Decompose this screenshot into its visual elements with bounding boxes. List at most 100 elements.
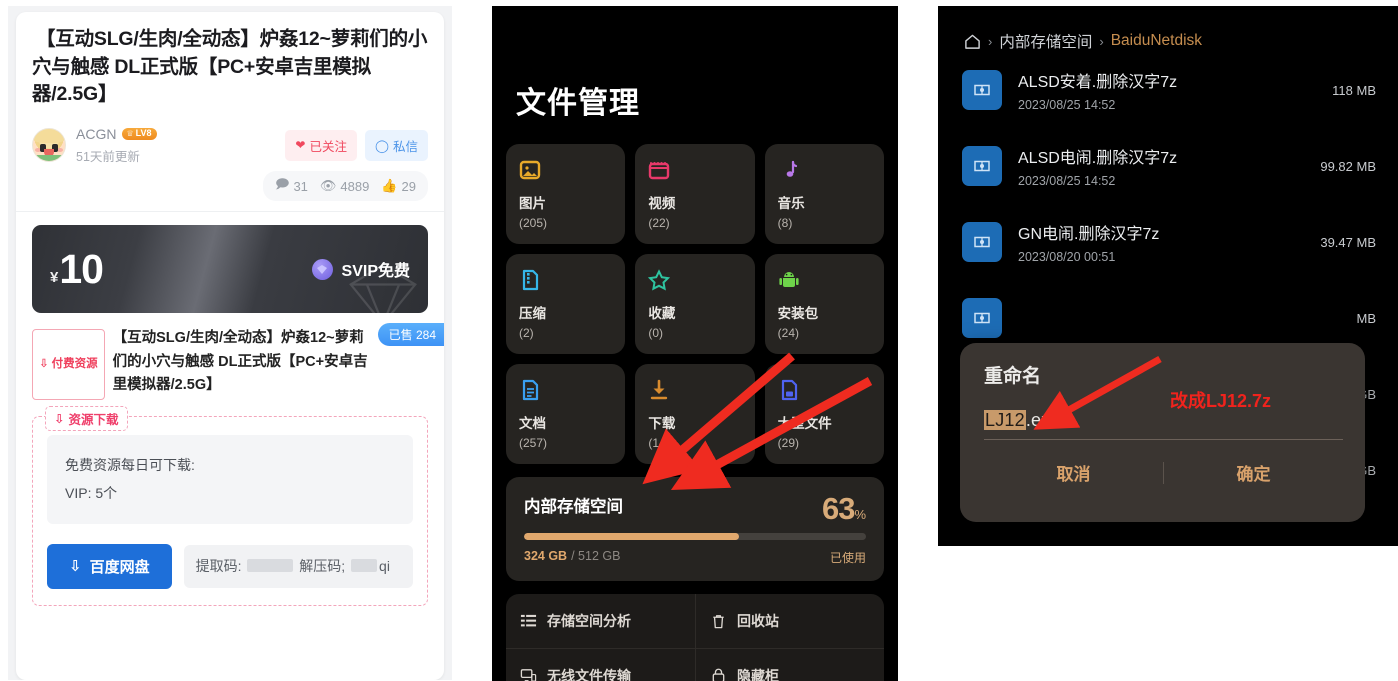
- price-amount: 10: [59, 245, 104, 292]
- tile-archive-label: 压缩: [519, 306, 546, 321]
- price-card[interactable]: ¥ 10 SVIP免费: [32, 225, 428, 314]
- tile-downloads[interactable]: 下载 (14+): [635, 364, 755, 464]
- tile-favorites[interactable]: 收藏 (0): [635, 254, 755, 354]
- star-icon: [648, 267, 742, 293]
- rename-input[interactable]: LJ12.exe: [984, 410, 1343, 431]
- home-icon[interactable]: [964, 33, 981, 50]
- avatar[interactable]: [32, 128, 66, 163]
- comment-icon: 🗩: [275, 176, 290, 192]
- crown-icon: ♕: [126, 128, 134, 138]
- tile-videos-count: (22): [648, 216, 670, 230]
- table-row[interactable]: ALSD安着.删除汉字7z 2023/08/25 14:52 118 MB: [938, 52, 1398, 128]
- tile-images-label: 图片: [519, 196, 546, 211]
- storage-title: 内部存储空间: [524, 498, 623, 516]
- baidu-netdisk-button[interactable]: ⇩ 百度网盘: [47, 543, 172, 589]
- file-date: 2023/08/25 14:52: [1018, 174, 1116, 188]
- file-manager-title: 文件管理: [516, 87, 640, 120]
- download-info-line1: 免费资源每日可下载:: [65, 456, 195, 473]
- tile-documents[interactable]: 文档 (257): [506, 364, 626, 464]
- level-badge-label: LV8: [135, 128, 152, 139]
- breadcrumb-sep-2: ›: [1099, 33, 1104, 49]
- author-name[interactable]: ACGN: [76, 126, 116, 142]
- thumbs-up-icon: 👍: [381, 178, 398, 194]
- redacted-code-2: [351, 559, 378, 573]
- heart-icon: ❤: [295, 138, 306, 153]
- file-name: GN电闹.删除汉字7z: [1018, 226, 1160, 243]
- extract-code-box[interactable]: 提取码: 解压码; qi: [183, 545, 413, 588]
- tile-apk-label: 安装包: [777, 306, 819, 321]
- avatar-body: [33, 154, 65, 162]
- article-panel: 【互动SLG/生肉/全动态】炉姦12~萝莉们的小穴与触感 DL正式版【PC+安卓…: [8, 6, 452, 680]
- file-date: 2023/08/20 00:51: [1018, 250, 1116, 264]
- menu-item-recycle-bin-label: 回收站: [737, 613, 779, 629]
- file-meta: ALSD电闹.删除汉字7z 2023/08/25 14:52: [1018, 144, 1312, 188]
- eye-icon: 👁: [319, 178, 337, 194]
- storage-used-label: 已使用: [829, 551, 866, 565]
- sold-badge: 已售 284: [377, 323, 444, 347]
- menu-item-hidden-cabinet[interactable]: 隐藏柜: [695, 648, 884, 681]
- file-name: ALSD安着.删除汉字7z: [1018, 74, 1178, 91]
- menu-item-storage-analysis[interactable]: 存储空间分析: [506, 594, 695, 648]
- tile-archive[interactable]: 压缩 (2): [506, 254, 626, 354]
- screenshot-stage: 【互动SLG/生肉/全动态】炉姦12~萝莉们的小穴与触感 DL正式版【PC+安卓…: [0, 0, 1398, 681]
- internal-storage-card[interactable]: 内部存储空间 63% 324 GB / 512 GB 已使用: [506, 477, 884, 581]
- message-button-label: 私信: [392, 139, 418, 154]
- author-actions: ❤ 已关注 ◯ 私信: [285, 129, 428, 161]
- tile-images-count: (205): [519, 216, 548, 230]
- tile-music[interactable]: 音乐 (8): [764, 144, 884, 244]
- breadcrumb-current[interactable]: BaiduNetdisk: [1111, 32, 1202, 50]
- tile-apk[interactable]: 安装包 (24): [764, 254, 884, 354]
- category-tile-grid: 图片 (205) 视频 (22) 音乐 (8) 压缩 (2) 收藏 (0) 安装…: [506, 144, 884, 464]
- download-legend-label: 资源下载: [68, 412, 119, 427]
- android-icon: [778, 267, 872, 293]
- storage-footer: 324 GB / 512 GB 已使用: [524, 549, 866, 566]
- file-size: MB: [1356, 310, 1377, 326]
- table-row[interactable]: GN电闹.删除汉字7z 2023/08/20 00:51 39.47 MB: [938, 204, 1398, 280]
- resource-row: ⇩ 付费资源 【互动SLG/生肉/全动态】炉姦12~萝莉们的小穴与触感 DL正式…: [32, 323, 444, 400]
- table-row[interactable]: ALSD电闹.删除汉字7z 2023/08/25 14:52 99.82 MB: [938, 128, 1398, 204]
- breadcrumb-sep-1: ›: [988, 33, 993, 49]
- confirm-button[interactable]: 确定: [1164, 460, 1343, 485]
- storage-head: 内部存储空间 63%: [524, 493, 866, 524]
- rename-dialog: 重命名 LJ12.exe 取消 确定 改成LJ12.7z: [960, 343, 1365, 522]
- follow-button-label: 已关注: [309, 139, 347, 154]
- article-card: 【互动SLG/生肉/全动态】炉姦12~萝莉们的小穴与触感 DL正式版【PC+安卓…: [16, 12, 444, 680]
- message-button[interactable]: ◯ 私信: [364, 129, 428, 161]
- paid-resource-tag: ⇩ 付费资源: [32, 329, 105, 400]
- paid-resource-tag-label: 付费资源: [51, 357, 98, 370]
- music-icon: [778, 157, 872, 183]
- wireless-icon: [520, 669, 537, 681]
- menu-item-wireless-transfer[interactable]: 无线文件传输: [506, 648, 695, 681]
- tile-downloads-label: 下载: [648, 416, 676, 431]
- analysis-icon: [520, 614, 537, 626]
- diamond-watermark-icon: [349, 264, 417, 314]
- largefile-icon: [778, 377, 872, 403]
- storage-progress-fill: [524, 533, 740, 540]
- follow-button[interactable]: ❤ 已关注: [285, 129, 357, 161]
- menu-item-recycle-bin[interactable]: 回收站: [695, 594, 884, 648]
- tile-music-count: (8): [777, 216, 793, 230]
- download-info-line2: VIP: 5个: [65, 485, 118, 502]
- tile-videos-label: 视频: [648, 196, 676, 211]
- cancel-button[interactable]: 取消: [984, 460, 1163, 485]
- tile-largefiles-count: (29): [777, 436, 799, 450]
- archive-file-icon: [962, 146, 1002, 186]
- avatar-hair: [33, 129, 65, 143]
- file-manager-panel: 文件管理 图片 (205) 视频 (22) 音乐 (8) 压缩 (2) 收藏 (…: [492, 6, 898, 681]
- tile-largefiles[interactable]: 大型文件 (29): [764, 364, 884, 464]
- tile-videos[interactable]: 视频 (22): [635, 144, 755, 244]
- download-icon: [648, 377, 742, 403]
- breadcrumb-parent[interactable]: 内部存储空间: [999, 30, 1092, 52]
- tile-documents-label: 文档: [519, 416, 546, 431]
- tile-images[interactable]: 图片 (205): [506, 144, 626, 244]
- rename-input-wrapper[interactable]: LJ12.exe: [984, 410, 1343, 440]
- stats-pill: 🗩 31 👁 4889 👍 29: [263, 171, 428, 202]
- author-name-line: ACGN ♕ LV8: [76, 126, 285, 142]
- download-section-legend: ⇩ 资源下载: [45, 405, 128, 431]
- gem-icon: [311, 258, 333, 280]
- document-icon: [519, 377, 613, 403]
- file-size: 99.82 MB: [1320, 158, 1376, 174]
- tile-largefiles-label: 大型文件: [777, 416, 832, 431]
- tile-favorites-count: (0): [648, 326, 663, 340]
- archive-file-icon: [962, 222, 1002, 262]
